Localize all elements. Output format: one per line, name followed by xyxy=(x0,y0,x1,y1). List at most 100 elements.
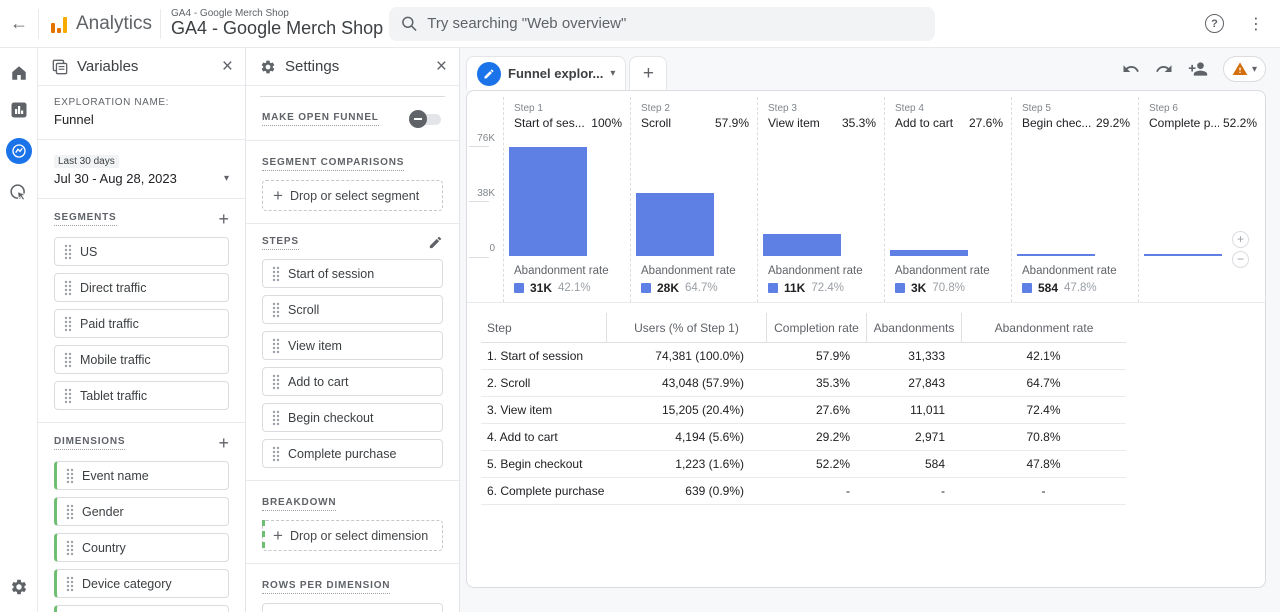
zoom-out-icon[interactable]: − xyxy=(1232,251,1249,268)
edit-steps-pencil-icon[interactable] xyxy=(428,235,443,250)
exploration-name-value[interactable]: Funnel xyxy=(54,112,229,127)
explore-icon[interactable] xyxy=(6,138,32,164)
funnel-bar[interactable] xyxy=(763,234,841,256)
drag-handle-icon xyxy=(272,338,280,354)
table-row: 6. Complete purchase 639 (0.9%) - - - xyxy=(481,478,1126,505)
cell-abandonment-rate: 42.1% xyxy=(961,349,1126,363)
dimension-chip[interactable]: Device category xyxy=(54,569,229,598)
chip-label: Add to cart xyxy=(288,375,348,389)
segment-drop-zone[interactable]: + Drop or select segment xyxy=(262,180,443,211)
chevron-down-icon: ▾ xyxy=(1252,64,1257,75)
cell-completion-rate: 27.6% xyxy=(766,403,866,417)
funnel-step-header: Step 5 Begin chec... 29.2% xyxy=(1012,97,1138,130)
segment-chip[interactable]: Scroll xyxy=(262,295,443,324)
close-icon[interactable]: × xyxy=(436,57,447,76)
funnel-bar[interactable] xyxy=(1017,254,1095,256)
dimension-chip[interactable]: Gender xyxy=(54,497,229,526)
search-input[interactable] xyxy=(427,15,923,32)
chevron-down-icon[interactable]: ▾ xyxy=(610,68,615,79)
drag-handle-icon xyxy=(64,388,72,404)
segment-chip[interactable]: Begin checkout xyxy=(262,403,443,432)
reports-icon[interactable] xyxy=(10,101,28,119)
tab-funnel-exploration[interactable]: Funnel explor... ▾ xyxy=(466,56,626,90)
cell-abandonments: 584 xyxy=(866,457,961,471)
segment-chip[interactable]: Paid traffic xyxy=(54,309,229,338)
cell-abandonment-rate: 70.8% xyxy=(961,430,1126,444)
segment-chip[interactable]: View item xyxy=(262,331,443,360)
analytics-logo-icon[interactable] xyxy=(51,15,67,33)
funnel-step-header: Step 6 Complete p... 52.2% xyxy=(1139,97,1265,130)
drag-handle-icon xyxy=(64,244,72,260)
pencil-icon xyxy=(477,62,501,86)
dimension-drop-zone[interactable]: + Drop or select dimension xyxy=(262,520,443,551)
warning-menu[interactable]: ▾ xyxy=(1223,56,1266,82)
segment-chip[interactable]: Direct traffic xyxy=(54,273,229,302)
apps-grid-icon[interactable] xyxy=(1166,16,1181,31)
funnel-step-column: Step 3 View item 35.3% Abandonment rate … xyxy=(757,97,884,302)
segment-chip[interactable]: Add to cart xyxy=(262,367,443,396)
rows-per-dimension-select[interactable]: 5 ▾ xyxy=(262,603,443,612)
date-range-selector[interactable]: Jul 30 - Aug 28, 2023 ▾ xyxy=(54,171,229,186)
col-header-step: Step xyxy=(481,313,606,342)
warning-icon xyxy=(1232,61,1248,77)
segment-chip[interactable]: US xyxy=(54,237,229,266)
abandonment-rate: 70.8% xyxy=(932,282,965,294)
tab-strip: Funnel explor... ▾ + ▾ xyxy=(460,48,1280,90)
redo-icon[interactable] xyxy=(1155,60,1173,78)
search-icon xyxy=(401,15,417,32)
funnel-bar[interactable] xyxy=(1144,254,1222,256)
cell-step: 5. Begin checkout xyxy=(481,457,606,471)
breadcrumb[interactable]: GA4 - Google Merch Shop GA4 - Google Mer… xyxy=(171,8,383,39)
chip-label: Event name xyxy=(82,469,149,483)
steps-label: STEPS xyxy=(262,236,299,250)
dimension-chip[interactable]: First user medium xyxy=(54,605,229,612)
dimension-chip[interactable]: Country xyxy=(54,533,229,562)
segment-chip[interactable]: Tablet traffic xyxy=(54,381,229,410)
abandonment-rate: 64.7% xyxy=(685,282,718,294)
y-axis-tick: 38K xyxy=(467,188,495,199)
help-icon[interactable]: ? xyxy=(1205,14,1224,33)
funnel-step-column: Step 5 Begin chec... 29.2% Abandonment r… xyxy=(1011,97,1138,302)
make-open-funnel-toggle[interactable] xyxy=(409,110,443,128)
exploration-canvas: Funnel explor... ▾ + ▾ xyxy=(460,48,1280,612)
new-tab-button[interactable]: + xyxy=(629,56,667,90)
funnel-step-column: Step 6 Complete p... 52.2% Abandonment r… xyxy=(1138,97,1265,302)
canvas-actions: ▾ xyxy=(1122,56,1266,90)
step-name: Scroll xyxy=(641,116,671,130)
segment-chip[interactable]: Mobile traffic xyxy=(54,345,229,374)
scrolled-element-remnant xyxy=(260,96,445,97)
table-row: 2. Scroll 43,048 (57.9%) 35.3% 27,843 64… xyxy=(481,370,1126,397)
admin-gear-icon[interactable] xyxy=(10,578,28,596)
share-person-add-icon[interactable] xyxy=(1188,59,1208,79)
kebab-menu-icon[interactable]: ⋮ xyxy=(1248,14,1264,34)
cell-completion-rate: - xyxy=(766,484,866,498)
add-dimension-icon[interactable]: + xyxy=(218,434,229,452)
property-name: GA4 - Google Merch Shop xyxy=(171,19,383,39)
abandonment-legend: Abandonment rate 31K 42.1% xyxy=(514,265,628,295)
cell-step: 1. Start of session xyxy=(481,349,606,363)
col-header-users: Users (% of Step 1) xyxy=(606,313,766,342)
table-header-row: Step Users (% of Step 1) Completion rate… xyxy=(481,313,1126,343)
zoom-in-icon[interactable]: + xyxy=(1232,231,1249,248)
breakdown-label: BREAKDOWN xyxy=(262,497,336,511)
step-number: Step 4 xyxy=(895,102,1003,116)
table-row: 5. Begin checkout 1,223 (1.6%) 52.2% 584… xyxy=(481,451,1126,478)
segment-chip[interactable]: Start of session xyxy=(262,259,443,288)
search-bar[interactable] xyxy=(389,7,935,41)
back-icon[interactable]: ← xyxy=(8,10,30,38)
add-segment-icon[interactable]: + xyxy=(218,210,229,228)
home-icon[interactable] xyxy=(10,64,28,82)
cell-abandonment-rate: - xyxy=(961,484,1126,498)
funnel-step-header: Step 3 View item 35.3% xyxy=(758,97,884,130)
funnel-bar[interactable] xyxy=(636,193,714,256)
dimension-chip[interactable]: Event name xyxy=(54,461,229,490)
funnel-bar[interactable] xyxy=(509,147,587,256)
cell-completion-rate: 35.3% xyxy=(766,376,866,390)
close-icon[interactable]: × xyxy=(222,57,233,76)
funnel-bar[interactable] xyxy=(890,250,968,256)
table-row: 1. Start of session 74,381 (100.0%) 57.9… xyxy=(481,343,1126,370)
undo-icon[interactable] xyxy=(1122,60,1140,78)
drag-handle-icon xyxy=(272,446,280,462)
advertising-icon[interactable] xyxy=(9,183,28,202)
segment-chip[interactable]: Complete purchase xyxy=(262,439,443,468)
